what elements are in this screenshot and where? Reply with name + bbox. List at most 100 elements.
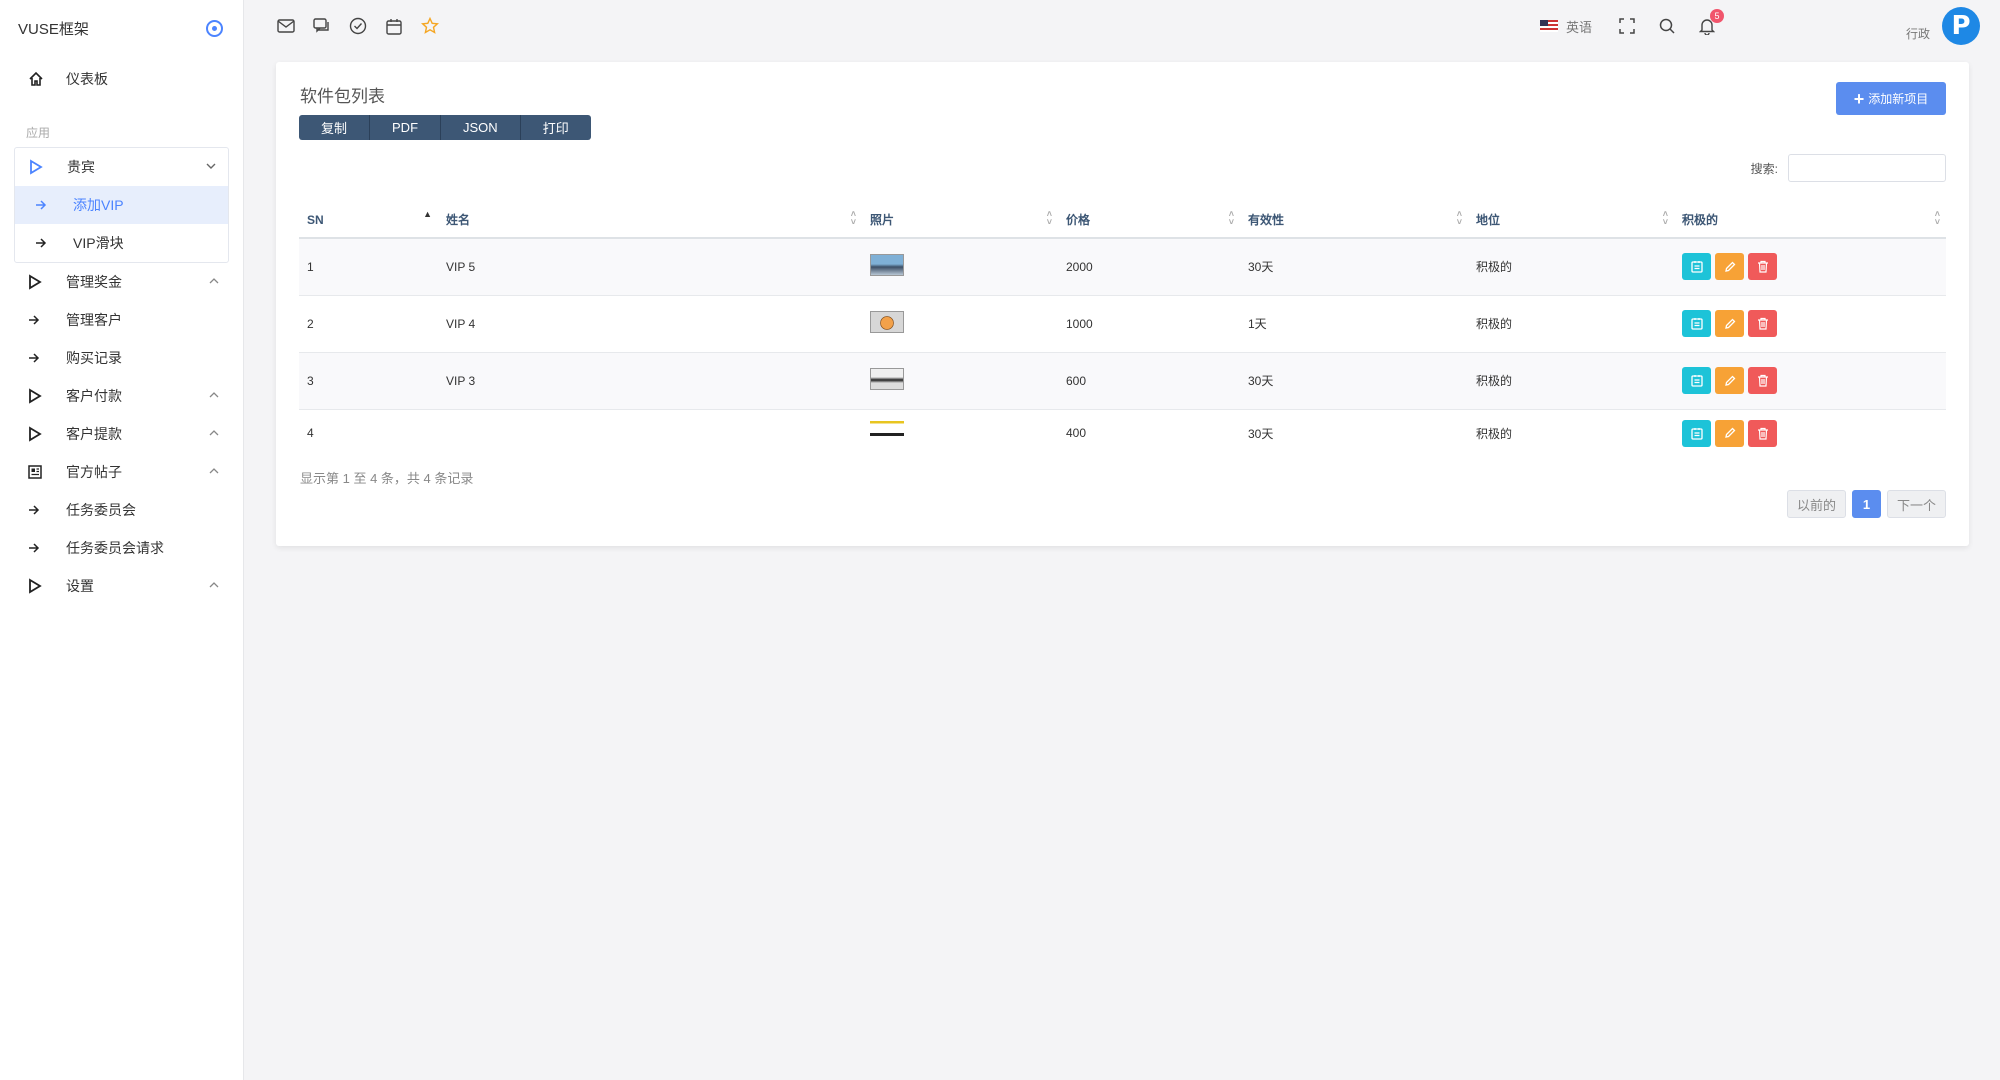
- view-button[interactable]: [1682, 253, 1711, 281]
- delete-button[interactable]: [1748, 419, 1777, 447]
- user-menu[interactable]: 行政 P: [1906, 7, 1980, 45]
- header-label: 姓名: [446, 213, 471, 227]
- arrow-right-icon: [28, 352, 50, 364]
- cell-photo: [862, 352, 1058, 410]
- brand-name: VUSE框架: [18, 20, 89, 38]
- next-page-button[interactable]: 下一个: [1886, 490, 1946, 518]
- package-photo: [870, 368, 904, 390]
- notification-badge: 5: [1709, 9, 1724, 23]
- view-button[interactable]: [1682, 310, 1711, 337]
- edit-button[interactable]: [1715, 367, 1744, 394]
- delete-button[interactable]: [1748, 310, 1777, 337]
- sidebar-item-task-committee-requests[interactable]: 任务委员会请求: [0, 529, 243, 567]
- column-header-name[interactable]: 姓名 ˄ ˅: [438, 202, 862, 239]
- vip-group: 贵宾 添加VIP VIP滑块: [14, 147, 229, 263]
- add-new-item-button[interactable]: + 添加新项目: [1836, 82, 1946, 115]
- search-label: 搜索:: [1750, 161, 1778, 176]
- search-icon[interactable]: [1656, 15, 1678, 37]
- section-label: 应用: [26, 126, 51, 140]
- delete-button[interactable]: [1748, 253, 1777, 281]
- sidebar-item-purchase-records[interactable]: 购买记录: [0, 339, 243, 377]
- cell-sn: 4: [307, 426, 314, 441]
- edit-button[interactable]: [1715, 310, 1744, 337]
- sidebar-item-label: 贵宾: [67, 159, 95, 175]
- chevron-up-icon: [209, 276, 219, 288]
- sidebar-item-label: 添加VIP: [73, 197, 124, 213]
- brand-header: VUSE框架: [0, 0, 243, 56]
- column-header-sn[interactable]: SN ▲: [299, 202, 438, 239]
- print-button[interactable]: 打印: [520, 115, 591, 140]
- sidebar-item-settings[interactable]: 设置: [0, 567, 243, 605]
- sidebar-item-label: 管理客户: [66, 312, 122, 328]
- prev-page-button[interactable]: 以前的: [1786, 490, 1846, 518]
- table-search: 搜索:: [1751, 154, 1946, 182]
- column-header-status[interactable]: 地位 ˄ ˅: [1468, 202, 1674, 239]
- cell-sn: 2: [299, 295, 438, 353]
- play-outline-icon: [28, 388, 50, 404]
- sidebar-item-manage-customers[interactable]: 管理客户: [0, 301, 243, 339]
- sidebar-item-label: 任务委员会请求: [66, 540, 164, 556]
- calendar-icon[interactable]: [384, 16, 404, 36]
- header-label: 地位: [1476, 213, 1501, 227]
- table-row: 2 VIP 4 1000 1天 积极的: [299, 295, 1946, 353]
- newspaper-icon: [28, 465, 50, 479]
- fullscreen-icon[interactable]: [1616, 15, 1638, 37]
- topbar: 英语 5 行政 P: [244, 0, 2000, 52]
- check-circle-icon[interactable]: [348, 16, 368, 36]
- copy-button[interactable]: 复制: [299, 115, 371, 140]
- column-header-price[interactable]: 价格 ˄ ˅: [1058, 202, 1240, 239]
- sidebar-item-task-committee[interactable]: 任务委员会: [0, 491, 243, 529]
- language-switcher[interactable]: 英语: [1539, 17, 1592, 36]
- json-button[interactable]: JSON: [441, 115, 521, 140]
- page-title: 软件包列表: [300, 87, 385, 106]
- package-table: SN ▲ 姓名 ˄ ˅ 照片 ˄ ˅ 价格 ˄ ˅ 有效性 ˄ ˅ 地位 ˄ ˅ 积极的 ˄ ˅ 1 VI…: [299, 202, 1946, 457]
- play-outline-icon: [29, 159, 51, 175]
- sort-icon: ▲: [423, 209, 432, 219]
- cell-validity: 1天: [1240, 295, 1468, 353]
- search-input[interactable]: [1788, 154, 1946, 182]
- plus-icon: +: [1853, 88, 1865, 109]
- edit-button[interactable]: [1715, 253, 1744, 281]
- bell-icon[interactable]: 5: [1696, 9, 1724, 37]
- quick-icons: [276, 16, 440, 36]
- package-photo: [870, 254, 904, 277]
- sidebar-item-vip-slider[interactable]: VIP滑块: [15, 224, 228, 262]
- table-row: 1 VIP 5 2000 30天 积极的: [299, 238, 1946, 296]
- delete-button[interactable]: [1748, 367, 1777, 394]
- sidebar-item-vip[interactable]: 贵宾: [15, 148, 228, 186]
- view-button[interactable]: [1682, 367, 1711, 394]
- sidebar-item-dashboard[interactable]: 仪表板: [0, 60, 243, 98]
- mail-icon[interactable]: [276, 16, 296, 36]
- star-icon[interactable]: [420, 16, 440, 36]
- sidebar-item-customer-withdrawals[interactable]: 客户提款: [0, 415, 243, 453]
- pagination: 以前的 1 下一个: [1786, 490, 1946, 518]
- chevron-down-icon: [206, 161, 216, 173]
- sort-icon: ˄ ˅: [1456, 209, 1462, 227]
- sidebar-item-manage-bonus[interactable]: 管理奖金: [0, 263, 243, 301]
- pdf-button[interactable]: PDF: [370, 115, 442, 140]
- table-row: 3 VIP 3 600 30天 积极的: [299, 352, 1946, 410]
- topbar-right: 英语 5 行政 P: [1539, 0, 1980, 52]
- package-photo: [870, 420, 904, 443]
- sidebar-item-add-vip[interactable]: 添加VIP: [15, 186, 228, 224]
- sidebar-item-customer-payments[interactable]: 客户付款: [0, 377, 243, 415]
- cell-actions: [1674, 352, 1946, 410]
- sidebar-item-label: 管理奖金: [66, 274, 122, 290]
- avatar[interactable]: P: [1942, 7, 1980, 45]
- home-icon: [28, 71, 50, 87]
- page-1-button[interactable]: 1: [1851, 490, 1881, 518]
- column-header-validity[interactable]: 有效性 ˄ ˅: [1240, 202, 1468, 239]
- column-header-photo[interactable]: 照片 ˄ ˅: [862, 202, 1058, 239]
- sidebar-toggle-icon[interactable]: [206, 19, 223, 37]
- chat-icon[interactable]: [312, 16, 332, 36]
- header-label: 照片: [870, 213, 895, 227]
- cell-actions: [1674, 295, 1946, 353]
- cell-validity: 30天: [1240, 238, 1468, 296]
- edit-button[interactable]: [1715, 419, 1744, 447]
- sidebar-item-label: 任务委员会: [66, 502, 136, 518]
- view-button[interactable]: [1682, 419, 1711, 447]
- sidebar-item-official-posts[interactable]: 官方帖子: [0, 453, 243, 491]
- chevron-up-icon: [209, 428, 219, 440]
- cell-actions: [1674, 409, 1946, 457]
- column-header-actions[interactable]: 积极的 ˄ ˅: [1674, 202, 1946, 239]
